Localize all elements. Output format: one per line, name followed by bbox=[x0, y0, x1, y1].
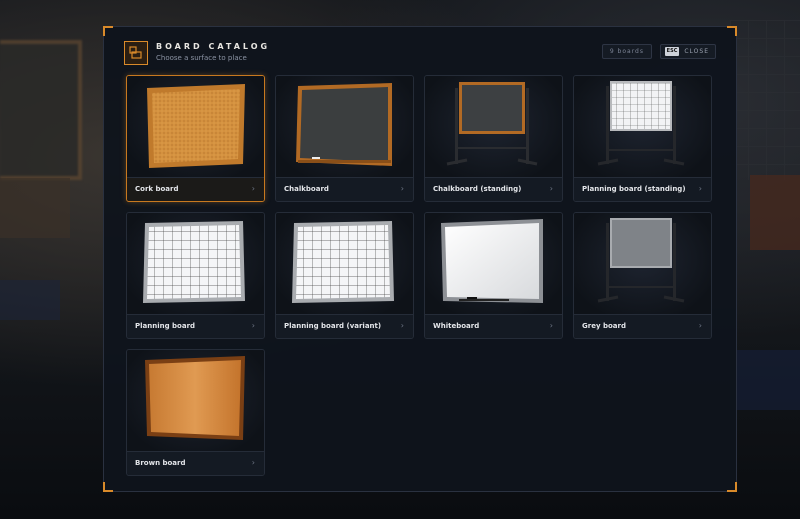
board-label: Whiteboard bbox=[433, 322, 480, 330]
chevron-right-icon: › bbox=[251, 458, 255, 467]
chevron-right-icon: › bbox=[549, 184, 553, 193]
board-label: Grey board bbox=[582, 322, 626, 330]
board-count-badge: 9 boards bbox=[601, 44, 652, 59]
close-button[interactable]: ESC CLOSE bbox=[659, 44, 716, 59]
esc-key-hint: ESC bbox=[664, 47, 680, 56]
planning-board-variant-icon bbox=[292, 221, 394, 303]
board-label: Brown board bbox=[135, 459, 186, 467]
chevron-right-icon: › bbox=[251, 321, 255, 330]
standing-planning-board-icon bbox=[597, 81, 685, 166]
board-label: Planning board bbox=[135, 322, 196, 330]
grey-board-icon bbox=[597, 218, 685, 303]
board-catalog-panel: BOARD CATALOG Choose a surface to place … bbox=[103, 26, 737, 492]
board-card-brown[interactable]: Brown board › bbox=[126, 349, 265, 476]
board-label: Cork board bbox=[135, 185, 179, 193]
chevron-right-icon: › bbox=[549, 321, 553, 330]
close-label: CLOSE bbox=[684, 48, 709, 55]
board-label: Planning board (variant) bbox=[284, 322, 382, 330]
chevron-right-icon: › bbox=[251, 184, 255, 193]
page-title: BOARD CATALOG bbox=[156, 42, 271, 51]
planning-board-icon bbox=[143, 221, 245, 303]
standing-chalkboard-icon bbox=[446, 82, 538, 166]
board-card-chalkboard-standing[interactable]: Chalkboard (standing) › bbox=[424, 75, 563, 202]
chevron-right-icon: › bbox=[698, 184, 702, 193]
board-card-planning-variant[interactable]: Planning board (variant) › bbox=[275, 212, 414, 339]
chevron-right-icon: › bbox=[400, 184, 404, 193]
board-label: Chalkboard (standing) bbox=[433, 185, 522, 193]
page-subtitle: Choose a surface to place bbox=[156, 54, 247, 62]
board-card-cork[interactable]: Cork board › bbox=[126, 75, 265, 202]
chevron-right-icon: › bbox=[400, 321, 404, 330]
board-card-planning-standing[interactable]: Planning board (standing) › bbox=[573, 75, 712, 202]
board-label: Planning board (standing) bbox=[582, 185, 686, 193]
board-card-grey[interactable]: Grey board › bbox=[573, 212, 712, 339]
catalog-header: BOARD CATALOG Choose a surface to place … bbox=[124, 41, 716, 67]
chevron-right-icon: › bbox=[698, 321, 702, 330]
catalog-icon bbox=[124, 41, 148, 65]
board-card-planning[interactable]: Planning board › bbox=[126, 212, 265, 339]
board-card-chalkboard[interactable]: Chalkboard › bbox=[275, 75, 414, 202]
whiteboard-icon bbox=[441, 219, 543, 303]
chalkboard-icon bbox=[296, 83, 392, 166]
brown-board-icon bbox=[145, 356, 245, 440]
cork-board-icon bbox=[147, 84, 245, 168]
board-label: Chalkboard bbox=[284, 185, 329, 193]
board-card-whiteboard[interactable]: Whiteboard › bbox=[424, 212, 563, 339]
